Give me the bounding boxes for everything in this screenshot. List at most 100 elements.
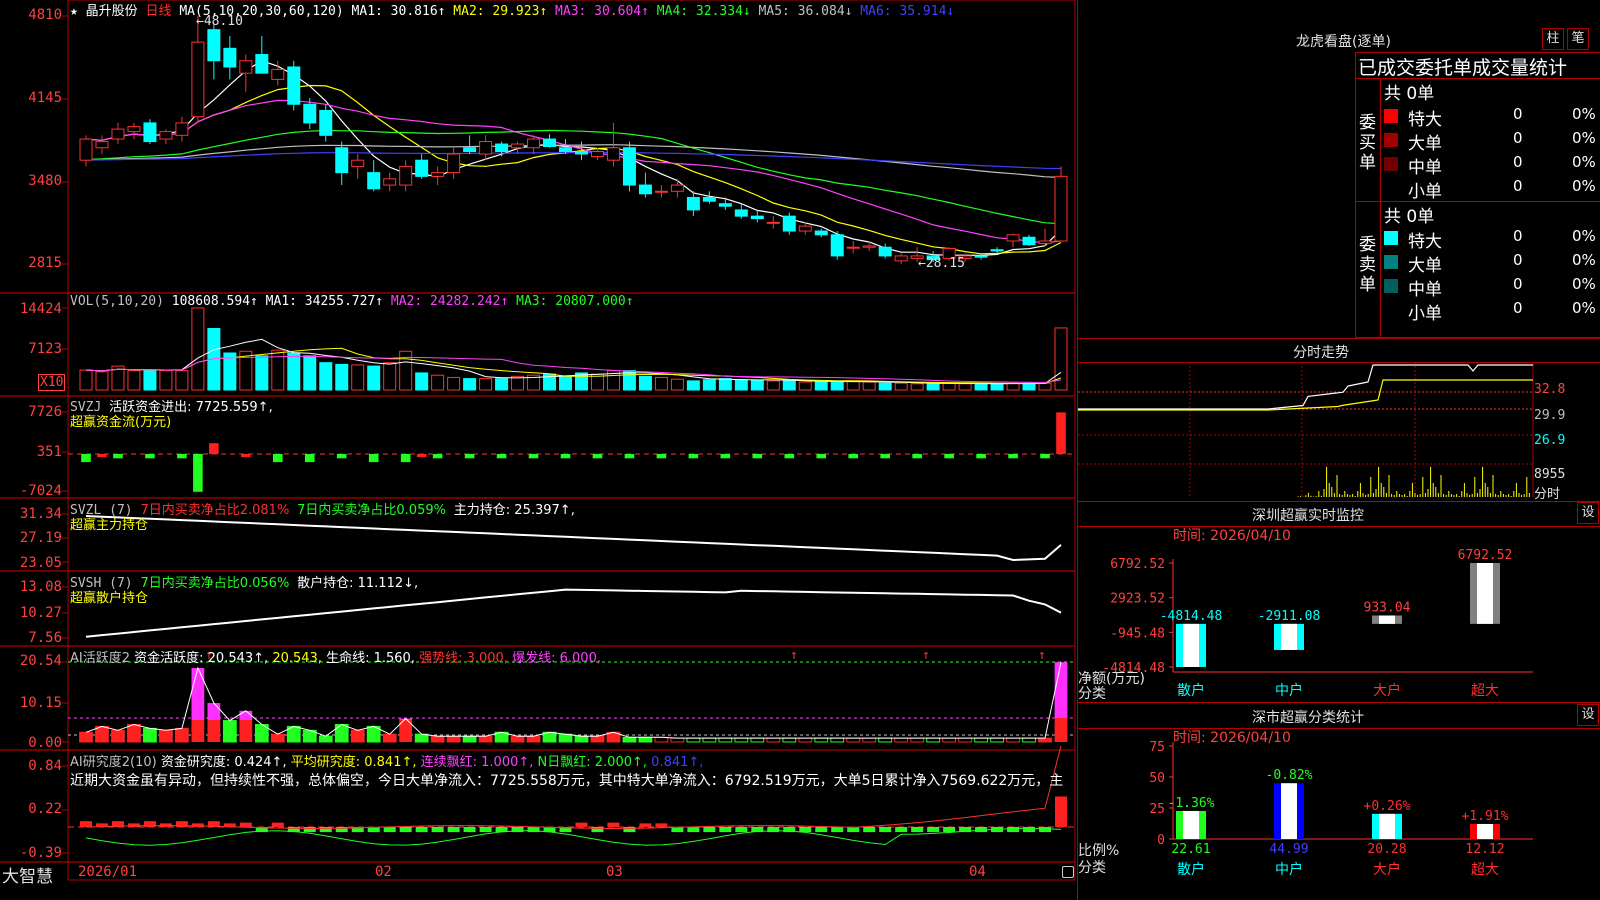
ai2-bar xyxy=(879,827,892,833)
ai1-bar xyxy=(159,729,173,743)
ma-line-30 xyxy=(85,129,1062,225)
monitor-cat-label: 分类 xyxy=(1078,686,1106,702)
ai2-bar xyxy=(1039,827,1052,833)
ai1-arrow: ↑ xyxy=(790,648,798,663)
x-label: 03 xyxy=(606,864,623,880)
monitor-cat-label: 散户 xyxy=(1177,682,1205,699)
ai1-bar xyxy=(1054,662,1068,718)
ai2-bar xyxy=(735,827,748,833)
bar-mode-button[interactable]: 柱 xyxy=(1542,28,1564,50)
ai2-bar xyxy=(383,827,396,833)
svzj-y-tick: -7024 xyxy=(19,483,62,499)
intraday-chart[interactable] xyxy=(1078,362,1600,502)
lock-icon[interactable] xyxy=(1062,866,1074,878)
volume-bar xyxy=(1022,382,1036,391)
monitor-settings-button[interactable]: 设 xyxy=(1577,502,1599,524)
stats-change-label: -1.36% xyxy=(1168,796,1215,811)
ai1-bar xyxy=(239,710,253,720)
candle-body xyxy=(846,246,860,249)
candle-body xyxy=(511,143,525,149)
ai1-bar xyxy=(654,736,669,743)
ai1-bar xyxy=(686,737,701,743)
order-row-pct: 0% xyxy=(1572,177,1596,195)
svzj-bar xyxy=(816,454,827,459)
brand-logo[interactable]: 大智慧 xyxy=(2,862,53,887)
ai1-bar xyxy=(846,737,861,743)
svzl-y-tick: 27.19 xyxy=(19,530,62,546)
candle-body xyxy=(1022,236,1036,246)
svsh-y-tick: 13.08 xyxy=(19,579,62,595)
svzj-bar xyxy=(241,454,251,457)
stats-value-label: 22.61 xyxy=(1171,842,1210,857)
monitor-title: 深圳超赢实时监控 xyxy=(1252,508,1364,524)
volume-bar xyxy=(894,382,908,391)
ai1-bar xyxy=(702,737,717,743)
vol-header: VOL(5,10,20) 108608.594↑ MA1: 34255.727↑… xyxy=(70,294,634,309)
candle-body xyxy=(383,178,397,186)
monitor-y-tick: -945.48 xyxy=(1110,626,1165,641)
ma6-value: MA6: 35.914↓ xyxy=(860,4,955,19)
ai1-bar xyxy=(446,735,461,743)
ai1-bar xyxy=(1022,737,1036,743)
ai2-bar xyxy=(1055,796,1068,827)
ai2-bar xyxy=(399,827,412,833)
order-row-swatch xyxy=(1384,279,1398,293)
stats-settings-button[interactable]: 设 xyxy=(1577,704,1599,726)
svzl-b: 7日内买卖净占比0.059% xyxy=(297,503,446,518)
ai2-bar xyxy=(239,822,252,827)
volume-bar xyxy=(1038,382,1052,391)
svzj-bar xyxy=(592,454,603,459)
volume-bar xyxy=(942,382,956,391)
volume-bar xyxy=(622,370,636,391)
volume-bar xyxy=(447,376,461,391)
ai1-bar xyxy=(430,735,445,743)
order-row-count: 0 xyxy=(1513,299,1523,317)
order-row-swatch xyxy=(1384,133,1398,147)
ai2-b: 平均研究度: 0.841↑, xyxy=(290,755,417,770)
svzj-bar xyxy=(400,454,411,463)
ai1-arrow: ↑ xyxy=(922,648,930,663)
tick-mode-button[interactable]: 笔 xyxy=(1567,28,1589,50)
x-label: 2026/01 xyxy=(78,864,138,880)
volume-bar xyxy=(559,375,573,391)
svzj-bar xyxy=(97,454,107,457)
chart-frame xyxy=(67,0,1076,881)
volume-bar xyxy=(319,362,333,391)
svzj-bar xyxy=(336,454,347,459)
candle-body xyxy=(367,172,381,190)
ai1-bar xyxy=(974,737,988,743)
ai1-bar xyxy=(175,727,189,743)
candle-body xyxy=(894,255,908,262)
svzj-bar xyxy=(464,454,475,459)
ai1-bar xyxy=(574,735,589,743)
order-row-buy-3: 小单 0 0% xyxy=(1384,177,1600,202)
stats-cat-label: 大户 xyxy=(1373,861,1401,878)
ai2-bar xyxy=(607,822,620,827)
ai2-bar xyxy=(1007,827,1020,833)
order-row-pct: 0% xyxy=(1572,299,1596,317)
period-label[interactable]: 日线 xyxy=(146,4,172,19)
ai1-bar xyxy=(894,737,909,743)
svzl-sub: 超赢主力持仓 xyxy=(70,518,149,533)
ai2-bar xyxy=(799,827,812,833)
stats-cat-label: 散户 xyxy=(1177,861,1205,878)
order-row-label: 中单 xyxy=(1408,280,1442,300)
ai1-bar xyxy=(462,735,477,743)
svzj-y-tick: 7726 xyxy=(28,404,62,420)
svzj-bar xyxy=(273,454,283,463)
ai2-bar xyxy=(591,827,604,833)
volume-bar xyxy=(814,381,828,391)
star-icon[interactable]: ★ xyxy=(70,4,78,19)
ai2-bar xyxy=(911,827,924,833)
ai1-bar xyxy=(191,667,205,720)
candle-body xyxy=(862,245,876,248)
intraday-price-line xyxy=(1078,364,1533,410)
volume-bar xyxy=(782,380,796,391)
svzj-bar xyxy=(496,454,507,459)
high-mark: ←48.10 xyxy=(196,14,243,29)
chart-area[interactable]: ↑ ↑ ↑ ↑ ★ 晶升股份 日线 MA(5,10,20,30,60,120) MA1… xyxy=(0,0,1077,900)
svsh-a: 7日内买卖净占比0.056% xyxy=(140,576,290,591)
volume-bar xyxy=(463,378,477,391)
ai2-label: AI研究度2(10) xyxy=(70,755,157,770)
ai1-bar xyxy=(510,735,525,743)
